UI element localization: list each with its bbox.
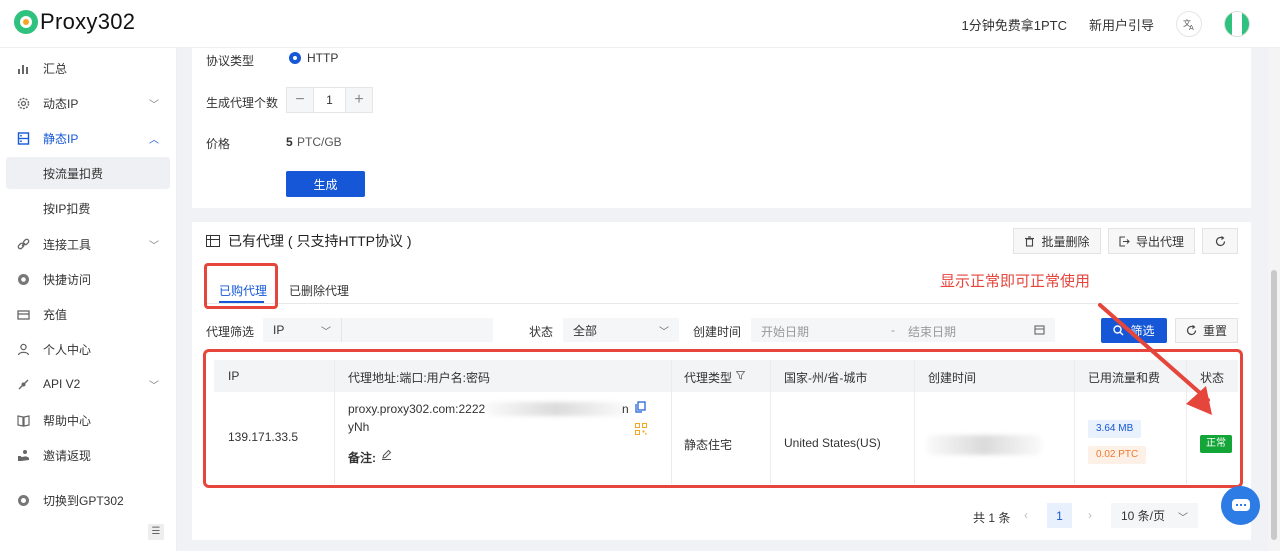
chat-support-button[interactable] [1221,486,1260,525]
avatar[interactable] [1224,11,1250,37]
translate-icon[interactable]: 文A [1176,11,1202,37]
start-date-input[interactable]: 开始日期 [761,323,809,340]
switch-icon [16,493,30,507]
logo-icon [14,10,38,34]
sidebar-sub-item-traffic-billing[interactable]: 按流量扣费 [6,157,170,189]
sidebar-item-api-v2[interactable]: API V2 ﹀ [0,369,177,399]
collapse-sidebar-icon[interactable]: ☰ [148,524,164,540]
chevron-down-icon: ﹀ [659,327,669,338]
date-range-picker[interactable]: 开始日期 - 结束日期 [751,318,1055,342]
export-icon [1119,235,1130,247]
card-icon [16,307,30,321]
user-icon [16,342,30,356]
sidebar-sub-item-ip-billing[interactable]: 按IP扣费 [6,192,170,224]
link-icon [16,237,30,251]
calendar-icon [1034,325,1045,335]
total-count: 共 1 条 [973,511,1011,525]
quantity-stepper: − 1 + [286,87,373,113]
page-scrollbar[interactable] [1268,48,1280,551]
price-value: 5 [286,135,293,149]
gear-icon [16,96,30,110]
prev-page-icon[interactable]: ‹ [1024,508,1028,522]
next-page-icon[interactable]: › [1088,508,1092,522]
filter-type-select[interactable]: IP ﹀ [263,318,341,342]
scrollbar-thumb[interactable] [1271,270,1277,540]
sidebar: 汇总 动态IP ﹀ 静态IP ︿ 按流量扣费 按IP扣费 连接工具 ﹀ 快捷访问 [0,48,177,551]
top-bar: Proxy302 1分钟免费拿1PTC 新用户引导 文A [0,0,1280,48]
book-icon [16,413,30,427]
sidebar-item-summary[interactable]: 汇总 [0,53,177,83]
trash-icon [1025,235,1035,247]
export-button[interactable]: 导出代理 [1108,228,1195,254]
filter-value-input[interactable] [341,318,493,342]
chevron-down-icon: ﹀ [149,100,159,111]
sidebar-item-tools[interactable]: 连接工具 ﹀ [0,229,177,259]
quantity-input[interactable]: 1 [313,88,346,112]
sidebar-item-dynamic-ip[interactable]: 动态IP ﹀ [0,88,177,118]
sidebar-item-profile[interactable]: 个人中心 [0,334,177,364]
free-ptc-link[interactable]: 1分钟免费拿1PTC [962,15,1067,34]
proxies-card-title: 已有代理 ( 只支持HTTP协议 ) [206,231,412,251]
page-1-button[interactable]: 1 [1047,503,1072,528]
sidebar-item-help[interactable]: 帮助中心 [0,405,177,435]
chart-icon [16,61,30,75]
bulk-delete-button[interactable]: 批量删除 [1013,228,1101,254]
tab-deleted[interactable]: 已删除代理 [289,282,349,299]
count-label: 生成代理个数 [206,96,279,110]
highlight-box-table [203,349,1243,488]
chat-icon [1231,498,1250,511]
filter-label: 代理筛选 [206,325,255,339]
generate-button[interactable]: 生成 [286,171,365,197]
logo[interactable]: Proxy302 [14,9,135,35]
sidebar-item-quick-access[interactable]: 快捷访问 [0,264,177,294]
tab-divider [206,303,1239,304]
chevron-up-icon: ︿ [149,135,159,146]
chevron-down-icon: ﹀ [321,327,331,338]
sidebar-item-recharge[interactable]: 充值 [0,299,177,329]
chevron-down-icon: ﹀ [149,381,159,392]
increment-button[interactable]: + [346,88,372,112]
refresh-button[interactable] [1202,228,1238,254]
chevron-down-icon: ﹀ [149,241,159,252]
protocol-radio[interactable] [289,52,301,64]
status-select[interactable]: 全部 ﹀ [563,318,679,342]
sidebar-item-referral[interactable]: 邀请返现 [0,440,177,470]
new-user-guide-link[interactable]: 新用户引导 [1089,15,1154,34]
decrement-button[interactable]: − [287,88,313,112]
chrome-icon [16,272,30,286]
price-unit: PTC/GB [297,135,342,149]
page-size-select[interactable]: 10 条/页 ﹀ [1111,503,1198,528]
protocol-value: HTTP [307,51,339,65]
server-icon [16,131,30,145]
refresh-icon [1215,235,1225,246]
svg-text:A: A [1189,24,1194,31]
logo-text: Proxy302 [40,9,136,34]
status-label: 状态 [529,325,554,339]
created-time-label: 创建时间 [693,325,742,339]
highlight-box-tab [204,263,278,309]
sidebar-item-switch-gpt302[interactable]: 切换到GPT302 [0,485,177,515]
api-icon [16,377,30,391]
protocol-label: 协议类型 [206,54,255,68]
date-separator: - [891,323,895,337]
end-date-input[interactable]: 结束日期 [908,323,956,340]
chevron-down-icon: ﹀ [1178,513,1188,524]
annotation-arrow [1098,303,1212,415]
gift-icon [16,448,30,462]
table-icon [206,235,220,247]
sidebar-item-static-ip[interactable]: 静态IP ︿ [0,123,177,153]
annotation-text: 显示正常即可正常使用 [940,273,1091,290]
price-label: 价格 [206,137,231,151]
